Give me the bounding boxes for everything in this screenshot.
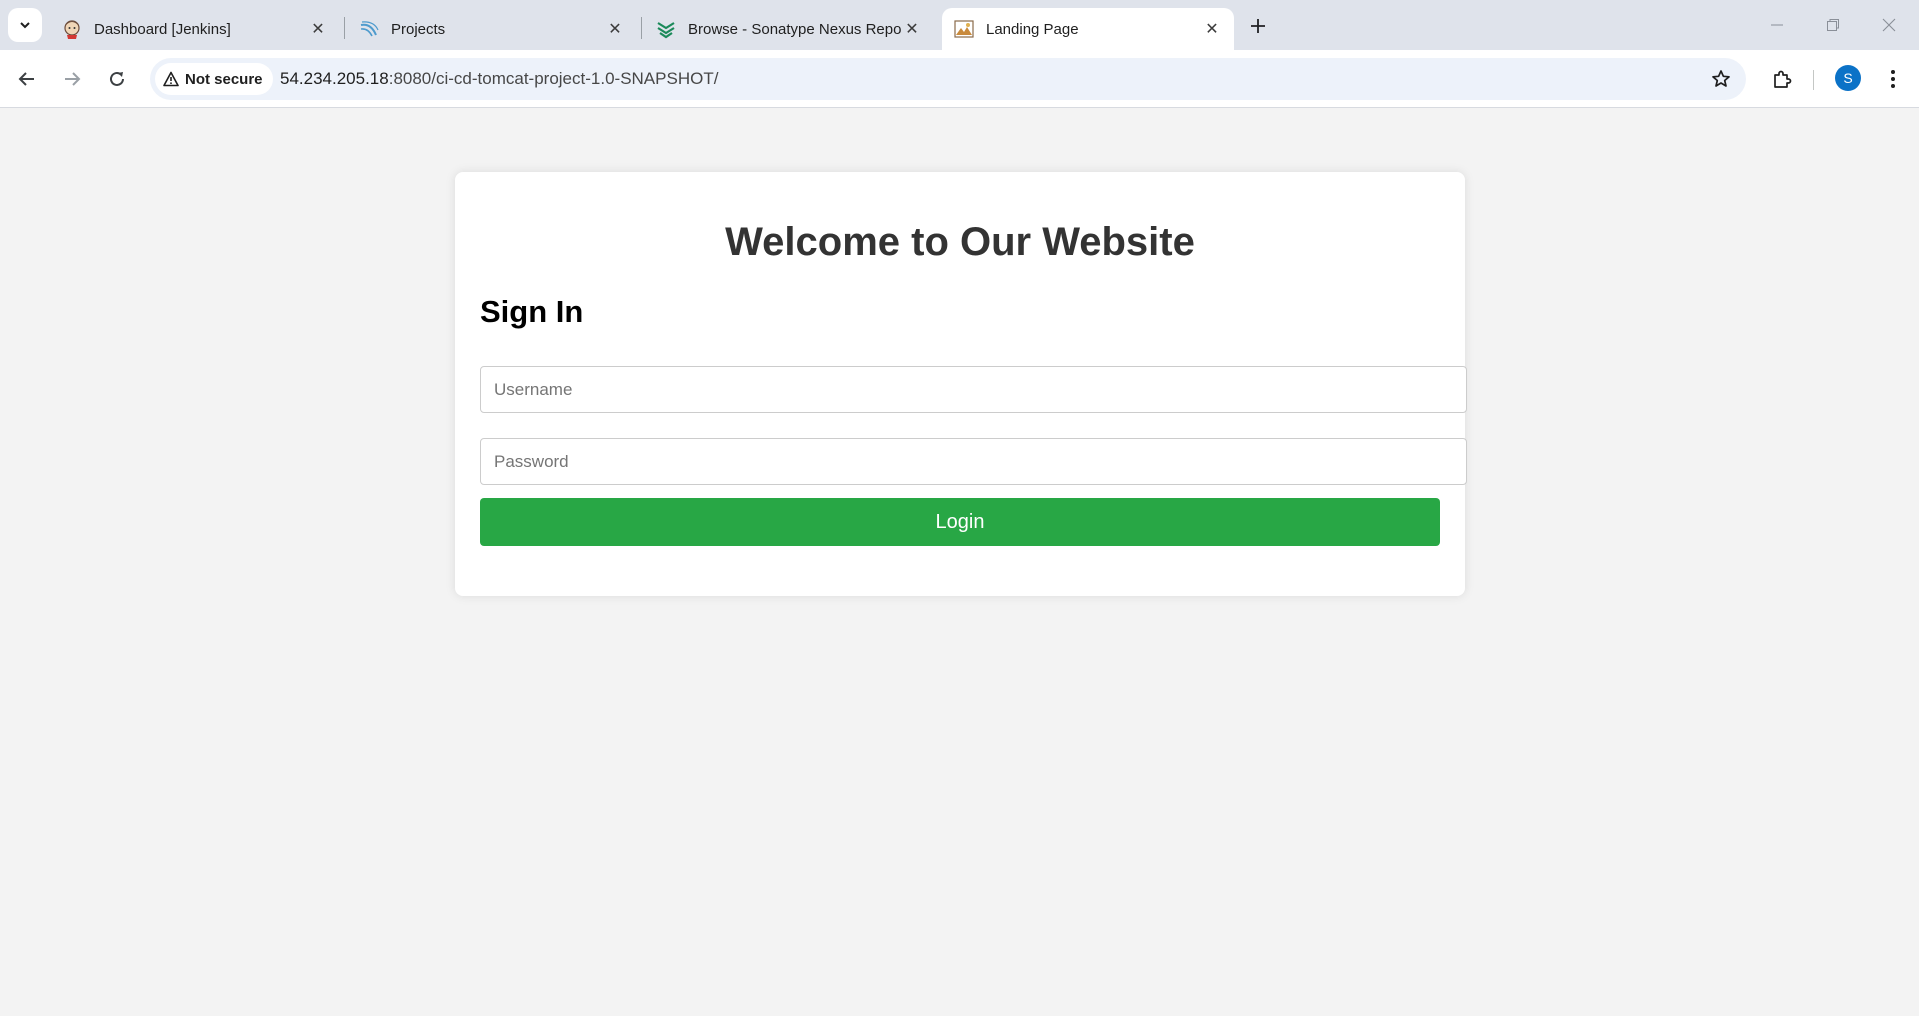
password-input[interactable] bbox=[480, 438, 1467, 485]
minimize-button[interactable] bbox=[1754, 8, 1800, 42]
jenkins-icon bbox=[62, 19, 82, 39]
arrow-right-icon bbox=[65, 72, 81, 86]
signin-heading: Sign In bbox=[480, 294, 584, 329]
bookmark-button[interactable] bbox=[1708, 66, 1734, 92]
landing-page-icon bbox=[954, 19, 974, 39]
profile-avatar[interactable]: S bbox=[1835, 65, 1861, 91]
browser-toolbar: Not secure 54.234.205.18:8080/ci-cd-tomc… bbox=[0, 50, 1919, 108]
back-button[interactable] bbox=[9, 61, 45, 97]
tab-nexus[interactable]: Browse - Sonatype Nexus Repository ✕ bbox=[644, 8, 934, 50]
security-label: Not secure bbox=[185, 70, 263, 88]
forward-button[interactable] bbox=[54, 61, 90, 97]
nexus-icon bbox=[656, 19, 676, 39]
minimize-icon bbox=[1771, 24, 1783, 26]
security-chip[interactable]: Not secure bbox=[155, 63, 273, 95]
close-icon[interactable]: ✕ bbox=[902, 19, 922, 39]
url-text[interactable]: 54.234.205.18:8080/ci-cd-tomcat-project-… bbox=[280, 58, 718, 100]
tab-title: Landing Page bbox=[986, 20, 1079, 38]
sonarqube-icon bbox=[359, 19, 379, 39]
close-icon[interactable]: ✕ bbox=[605, 19, 625, 39]
arrow-left-icon bbox=[18, 72, 34, 86]
warning-icon bbox=[163, 71, 179, 87]
new-tab-button[interactable] bbox=[1244, 12, 1272, 40]
close-window-button[interactable] bbox=[1866, 8, 1912, 42]
tab-landing-page[interactable]: Landing Page ✕ bbox=[942, 8, 1234, 50]
toolbar-divider bbox=[1813, 70, 1814, 90]
username-input[interactable] bbox=[480, 366, 1467, 413]
tab-title: Dashboard [Jenkins] bbox=[94, 20, 231, 38]
tab-search-button[interactable] bbox=[8, 8, 42, 42]
plus-icon bbox=[1251, 19, 1265, 33]
login-card: Welcome to Our Website Sign In Login bbox=[455, 172, 1467, 596]
tab-title: Projects bbox=[391, 20, 446, 38]
browser-menu-button[interactable] bbox=[1878, 61, 1908, 97]
star-icon bbox=[1712, 70, 1730, 87]
url-host: 54.234.205.18 bbox=[280, 69, 389, 88]
page-title: Welcome to Our Website bbox=[725, 220, 1195, 264]
url-path: :8080/ci-cd-tomcat-project-1.0-SNAPSHOT/ bbox=[388, 69, 719, 88]
tab-projects[interactable]: Projects ✕ bbox=[347, 8, 637, 50]
more-vertical-icon bbox=[1891, 70, 1895, 88]
tab-title: Browse - Sonatype Nexus Repository bbox=[688, 20, 902, 38]
close-icon[interactable]: ✕ bbox=[1202, 19, 1222, 39]
close-icon[interactable]: ✕ bbox=[308, 19, 328, 39]
tab-jenkins[interactable]: Dashboard [Jenkins] ✕ bbox=[50, 8, 340, 50]
tab-divider bbox=[344, 17, 345, 39]
restore-icon bbox=[1827, 19, 1839, 31]
puzzle-icon bbox=[1774, 70, 1792, 88]
extensions-button[interactable] bbox=[1764, 61, 1800, 97]
tab-divider bbox=[641, 17, 642, 39]
reload-icon bbox=[110, 71, 124, 86]
login-button[interactable]: Login bbox=[480, 498, 1440, 546]
address-bar[interactable]: Not secure 54.234.205.18:8080/ci-cd-tomc… bbox=[150, 58, 1746, 100]
reload-button[interactable] bbox=[99, 61, 135, 97]
tab-strip: Dashboard [Jenkins] ✕ Projects ✕ Browse … bbox=[0, 0, 1919, 50]
restore-button[interactable] bbox=[1810, 8, 1856, 42]
close-icon bbox=[1882, 18, 1896, 32]
chevron-down-icon bbox=[20, 22, 30, 29]
